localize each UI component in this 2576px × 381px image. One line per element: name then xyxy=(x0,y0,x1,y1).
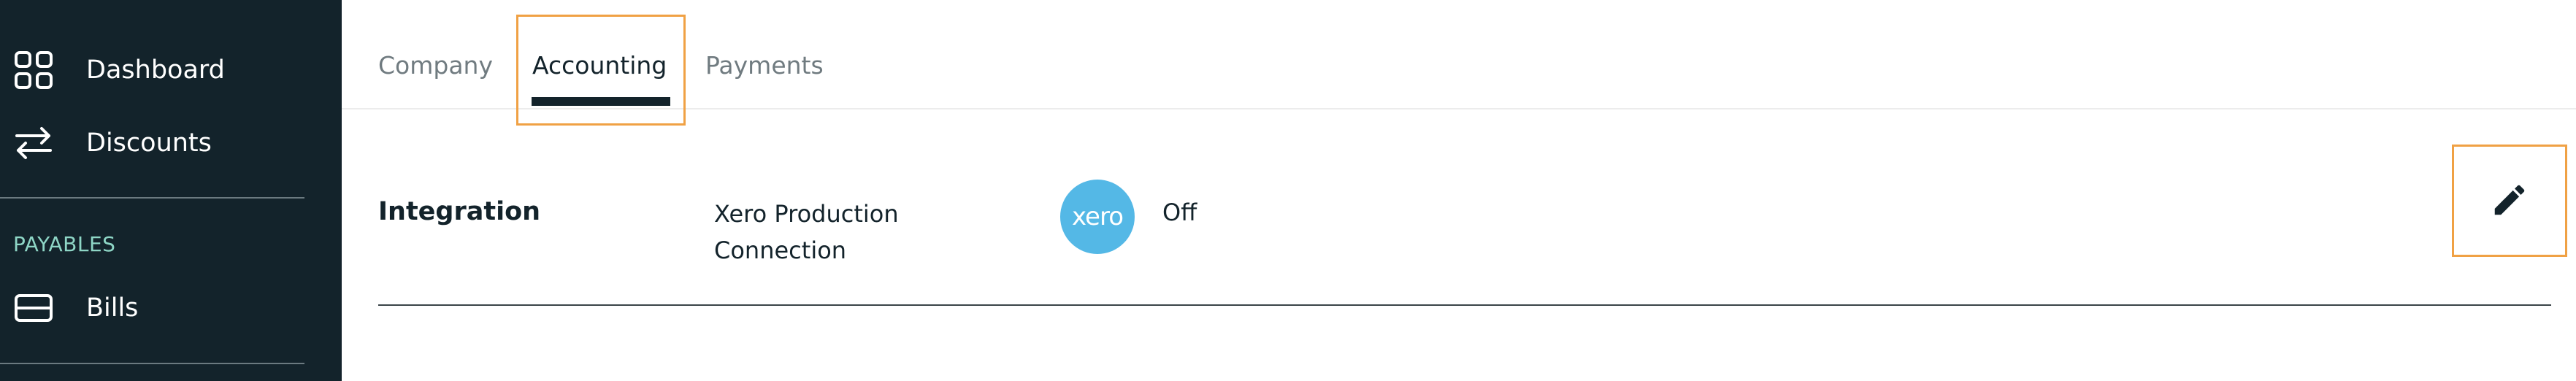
xero-logo: xero xyxy=(1060,180,1135,254)
integration-status: Off xyxy=(1162,199,1197,226)
grid-icon xyxy=(13,50,54,91)
pencil-icon xyxy=(2490,180,2529,222)
tab-bar: Company Accounting Payments xyxy=(342,0,2576,126)
app-root: Dashboard Discounts PAYABLES Bills Compa… xyxy=(0,0,2576,381)
xero-logo-text: xero xyxy=(1071,202,1124,231)
arrows-exchange-icon xyxy=(13,123,54,163)
sidebar-item-label: Bills xyxy=(86,293,139,323)
sidebar-divider xyxy=(0,363,304,364)
tab-payments[interactable]: Payments xyxy=(705,51,824,80)
sidebar-item-dashboard[interactable]: Dashboard xyxy=(13,48,320,92)
integration-title: Integration xyxy=(378,197,541,226)
sidebar: Dashboard Discounts PAYABLES Bills xyxy=(0,0,342,381)
tab-company[interactable]: Company xyxy=(378,51,493,80)
sidebar-section-label: PAYABLES xyxy=(13,232,116,256)
edit-integration-button[interactable] xyxy=(2452,145,2567,257)
row-divider xyxy=(378,304,2551,306)
tab-accounting[interactable]: Accounting xyxy=(532,51,667,80)
card-icon xyxy=(13,288,54,328)
sidebar-item-bills[interactable]: Bills xyxy=(13,286,320,330)
main-content: Company Accounting Payments Integration … xyxy=(342,0,2576,381)
sidebar-item-discounts[interactable]: Discounts xyxy=(13,121,320,165)
sidebar-item-label: Dashboard xyxy=(86,55,225,85)
active-tab-indicator xyxy=(532,97,670,106)
sidebar-item-label: Discounts xyxy=(86,128,212,158)
connection-name: Xero Production Connection xyxy=(714,200,899,264)
sidebar-divider xyxy=(0,197,304,199)
